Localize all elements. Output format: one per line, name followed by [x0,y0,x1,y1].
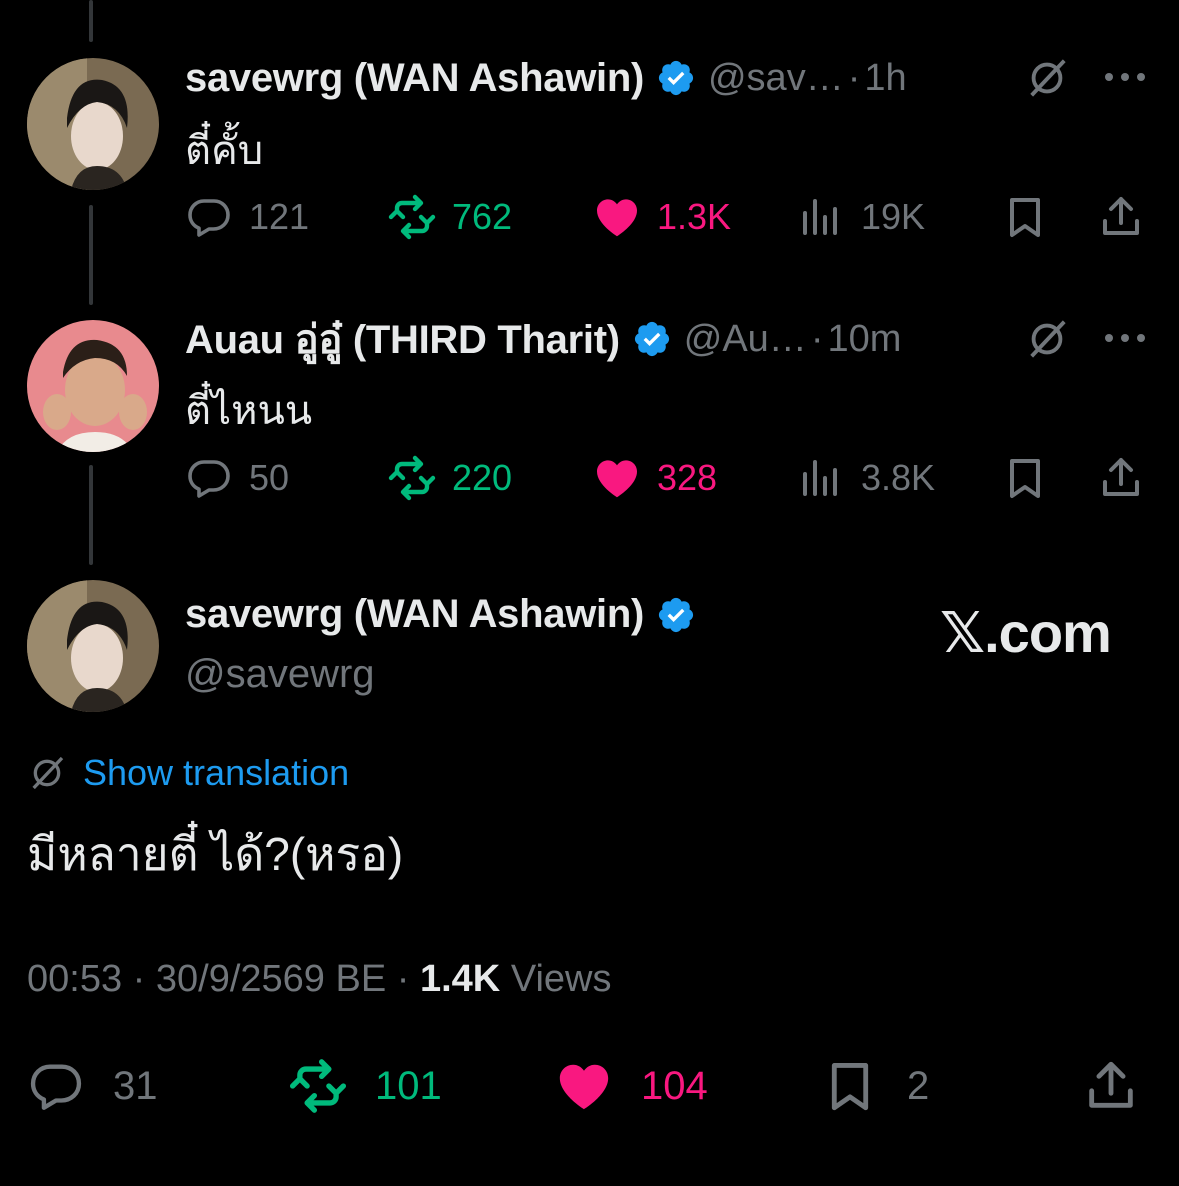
main-tweet-text: มีหลายตี๋ ได้?(หรอ) [27,828,404,880]
avatar-auau[interactable] [27,320,159,452]
views-icon [797,454,845,502]
reply-count: 31 [113,1063,158,1108]
bookmark-icon[interactable] [1001,454,1049,502]
more-icon[interactable] [1103,332,1147,344]
share-icon[interactable] [1082,1057,1140,1115]
tweet1-display-name[interactable]: savewrg (WAN Ashawin) [185,56,644,101]
tweet2-text: ตี๋ไหนน [185,389,313,433]
thread-line-1 [89,205,93,305]
reply-button[interactable]: 121 [185,187,309,247]
tweet1-actions: 121 762 1.3K 19K [185,187,1147,247]
bookmark-count: 2 [907,1063,930,1108]
reply-count: 50 [249,457,290,498]
views-label: Views [510,958,612,1000]
like-count: 328 [657,457,718,498]
share-icon[interactable] [1097,454,1145,502]
post-time[interactable]: 00:53 [27,958,122,1000]
reply-icon [27,1057,85,1115]
verified-badge-icon [656,58,696,98]
main-display-name[interactable]: savewrg (WAN Ashawin) [185,592,644,637]
post-date[interactable]: 30/9/2569 BE [156,958,386,1000]
like-icon [593,454,641,502]
repost-button[interactable]: 762 [388,187,512,247]
bookmark-button[interactable]: 2 [821,1054,929,1118]
main-handle[interactable]: @savewrg [185,652,375,697]
views-button[interactable]: 3.8K [797,448,935,508]
separator-dot: · [396,958,410,1000]
show-translation-label: Show translation [83,752,350,793]
repost-icon [289,1057,347,1115]
repost-button[interactable]: 101 [289,1054,442,1118]
tweet1-time[interactable]: 1h [864,57,906,100]
repost-count: 220 [452,457,513,498]
grok-icon[interactable] [1024,316,1070,362]
separator-dot: · [847,56,861,99]
grok-icon[interactable] [1024,55,1070,101]
bookmark-icon [821,1057,879,1115]
more-icon[interactable] [1103,71,1147,83]
share-icon[interactable] [1097,193,1145,241]
thread-line-2 [89,465,93,565]
reply-count: 121 [249,196,310,237]
show-translation-link[interactable]: Show translation [27,752,349,794]
avatar-savewrg-main[interactable] [27,580,159,712]
views-count: 1.4K [419,958,501,1000]
views-count: 3.8K [861,457,936,498]
repost-icon [388,193,436,241]
repost-count: 762 [452,196,513,237]
tweet1-handle[interactable]: @sav… [708,57,844,100]
separator-dot: · [132,958,146,1000]
like-count: 1.3K [657,196,732,237]
like-button[interactable]: 104 [555,1054,708,1118]
tweet2-handle[interactable]: @Au… [684,318,807,361]
views-count: 19K [861,196,926,237]
repost-button[interactable]: 220 [388,448,512,508]
translate-icon [27,753,67,793]
views-button[interactable]: 19K [797,187,925,247]
tweet2-actions: 50 220 328 3.8K [185,448,1147,508]
reply-icon [185,454,233,502]
reply-button[interactable]: 50 [185,448,289,508]
main-tweet-author: savewrg (WAN Ashawin) [185,592,708,637]
like-button[interactable]: 328 [593,448,717,508]
tweet2-header: Auau อู่อู๋ (THIRD Tharit) @Au… · 10m [185,311,901,367]
xcom-watermark: 𝕏.com [940,601,1112,664]
tweet2-display-name[interactable]: Auau อู่อู๋ (THIRD Tharit) [185,307,620,371]
like-count: 104 [641,1063,708,1108]
reply-button[interactable]: 31 [27,1054,158,1118]
tweet1-text: ตี๋คั้บ [185,129,264,173]
main-tweet-actions: 31 101 104 2 [27,1054,1152,1118]
views-icon [797,193,845,241]
verified-badge-icon [656,595,696,635]
like-icon [593,193,641,241]
separator-dot: · [810,317,824,360]
repost-icon [388,454,436,502]
avatar-savewrg[interactable] [27,58,159,190]
tweet-meta: 00:53 · 30/9/2569 BE · 1.4K Views [27,958,612,1001]
tweet2-time[interactable]: 10m [827,318,901,361]
like-button[interactable]: 1.3K [593,187,731,247]
thread-line-top [89,0,93,42]
repost-count: 101 [375,1063,442,1108]
reply-icon [185,193,233,241]
bookmark-icon[interactable] [1001,193,1049,241]
tweet1-header: savewrg (WAN Ashawin) @sav… · 1h [185,50,907,106]
like-icon [555,1057,613,1115]
verified-badge-icon [632,319,672,359]
